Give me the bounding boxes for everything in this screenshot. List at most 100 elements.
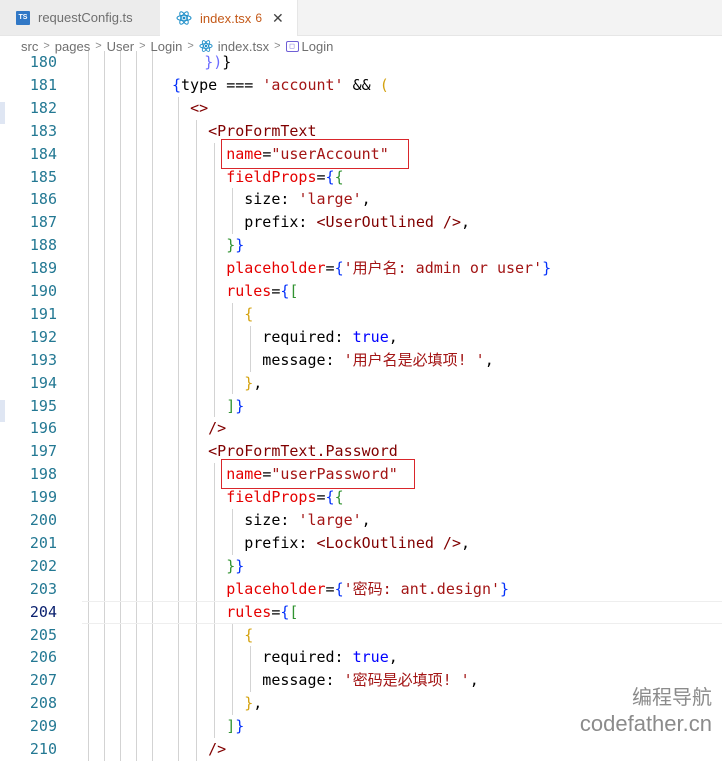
- code-text: {type === 'account' && (: [172, 74, 389, 97]
- code-line[interactable]: 203 placeholder={'密码: ant.design'}: [0, 578, 722, 601]
- ts-icon: TS: [16, 10, 30, 25]
- code-editor[interactable]: 180 })} 181 {type === 'account' && (182 <>…: [0, 51, 722, 761]
- editor-tab-bar: TS requestConfig.ts index.tsx 6 ✕: [0, 0, 722, 36]
- code-line[interactable]: 187 prefix: <UserOutlined />,: [0, 211, 722, 234]
- tab-index-tsx[interactable]: index.tsx 6 ✕: [160, 0, 298, 36]
- code-token: fieldProps: [226, 488, 317, 507]
- code-token: ,: [253, 373, 263, 392]
- watermark-url: codefather.cn: [579, 711, 712, 736]
- code-line[interactable]: 200 size: 'large',: [0, 509, 722, 532]
- tab-label: requestConfig.ts: [38, 10, 133, 25]
- symbol-variable-icon: ◻: [285, 40, 299, 52]
- line-number: 183: [29, 121, 57, 140]
- line-number: 201: [29, 533, 57, 552]
- close-icon[interactable]: ✕: [272, 10, 284, 27]
- code-token: />: [208, 740, 227, 758]
- code-token: }: [235, 556, 245, 575]
- code-line[interactable]: 186 size: 'large',: [0, 188, 722, 211]
- code-line[interactable]: 202 }}: [0, 555, 722, 578]
- code-token: <ProFormText.Password: [208, 442, 398, 461]
- code-line[interactable]: 182 <>: [0, 97, 722, 120]
- code-token: size:: [172, 511, 299, 529]
- code-line[interactable]: 194 },: [0, 372, 722, 395]
- code-token: message:: [172, 350, 344, 369]
- react-icon: [176, 11, 192, 25]
- code-line[interactable]: 207 message: '密码是必填项! ',: [0, 669, 722, 692]
- code-token: {: [334, 488, 344, 507]
- code-line[interactable]: 199 fieldProps={{: [0, 486, 722, 509]
- line-number: 196: [29, 419, 57, 438]
- line-number: 193: [29, 350, 57, 369]
- line-number: 203: [29, 579, 57, 598]
- code-line[interactable]: 205 {: [0, 624, 722, 647]
- line-number: 186: [29, 190, 57, 209]
- line-number: 210: [29, 740, 57, 758]
- code-text: }}: [172, 234, 244, 257]
- line-number: 189: [29, 259, 57, 278]
- line-number: 182: [29, 98, 57, 117]
- code-line[interactable]: 180 })}: [0, 51, 722, 74]
- code-token: ]: [226, 396, 236, 415]
- code-line[interactable]: 191 {: [0, 303, 722, 326]
- code-line[interactable]: 196 />: [0, 417, 722, 440]
- code-text: rules={[: [172, 280, 298, 303]
- line-number: 192: [29, 327, 57, 346]
- code-text: ]}: [172, 395, 244, 418]
- annotation-box: [221, 138, 409, 169]
- line-number: 188: [29, 236, 57, 255]
- code-line[interactable]: 189 placeholder={'用户名: admin or user'}: [0, 257, 722, 280]
- code-line[interactable]: 206 required: true,: [0, 646, 722, 669]
- code-line[interactable]: 190 rules={[: [0, 280, 722, 303]
- code-token: }: [244, 373, 254, 392]
- code-line[interactable]: 181 {type === 'account' && (: [0, 74, 722, 97]
- code-line[interactable]: 204 rules={[: [0, 601, 722, 624]
- line-number: 205: [29, 625, 57, 644]
- line-number: 200: [29, 511, 57, 529]
- line-number: 190: [29, 282, 57, 300]
- code-token: (: [379, 75, 389, 94]
- line-number: 191: [29, 304, 57, 323]
- code-token: '用户名是必填项! ': [343, 350, 485, 369]
- code-token: type: [181, 75, 227, 94]
- code-line[interactable]: 210 />: [0, 738, 722, 761]
- code-token: {: [244, 304, 254, 323]
- code-token: {: [334, 167, 344, 186]
- code-line[interactable]: 193 message: '用户名是必填项! ',: [0, 349, 722, 372]
- code-token: <UserOutlined />: [316, 213, 462, 232]
- code-token: }: [244, 694, 254, 713]
- code-text: },: [172, 692, 262, 715]
- code-token: =: [325, 579, 335, 598]
- tab-request-config[interactable]: TS requestConfig.ts: [0, 0, 160, 35]
- code-token: rules: [226, 602, 272, 621]
- code-line[interactable]: 195 ]}: [0, 395, 722, 418]
- code-text: message: '用户名是必填项! ',: [172, 349, 493, 372]
- line-number: 185: [29, 167, 57, 186]
- line-number: 181: [29, 75, 57, 94]
- code-token: ,: [461, 213, 471, 232]
- code-token: '密码是必填项! ': [343, 671, 470, 690]
- annotation-box: [221, 459, 415, 490]
- code-line[interactable]: 188 }}: [0, 234, 722, 257]
- code-text: prefix: <LockOutlined />,: [172, 532, 470, 555]
- code-line[interactable]: 185 fieldProps={{: [0, 166, 722, 189]
- code-token: size:: [172, 190, 299, 209]
- code-token: }: [226, 556, 236, 575]
- code-token: {: [172, 75, 182, 94]
- code-line[interactable]: 192 required: true,: [0, 326, 722, 349]
- code-token: 'account': [262, 75, 344, 94]
- code-token: true: [352, 327, 389, 346]
- line-number: 209: [29, 717, 57, 736]
- code-text: })}: [150, 51, 231, 74]
- line-number: 208: [29, 694, 57, 713]
- code-text: required: true,: [172, 326, 397, 349]
- code-line[interactable]: 201 prefix: <LockOutlined />,: [0, 532, 722, 555]
